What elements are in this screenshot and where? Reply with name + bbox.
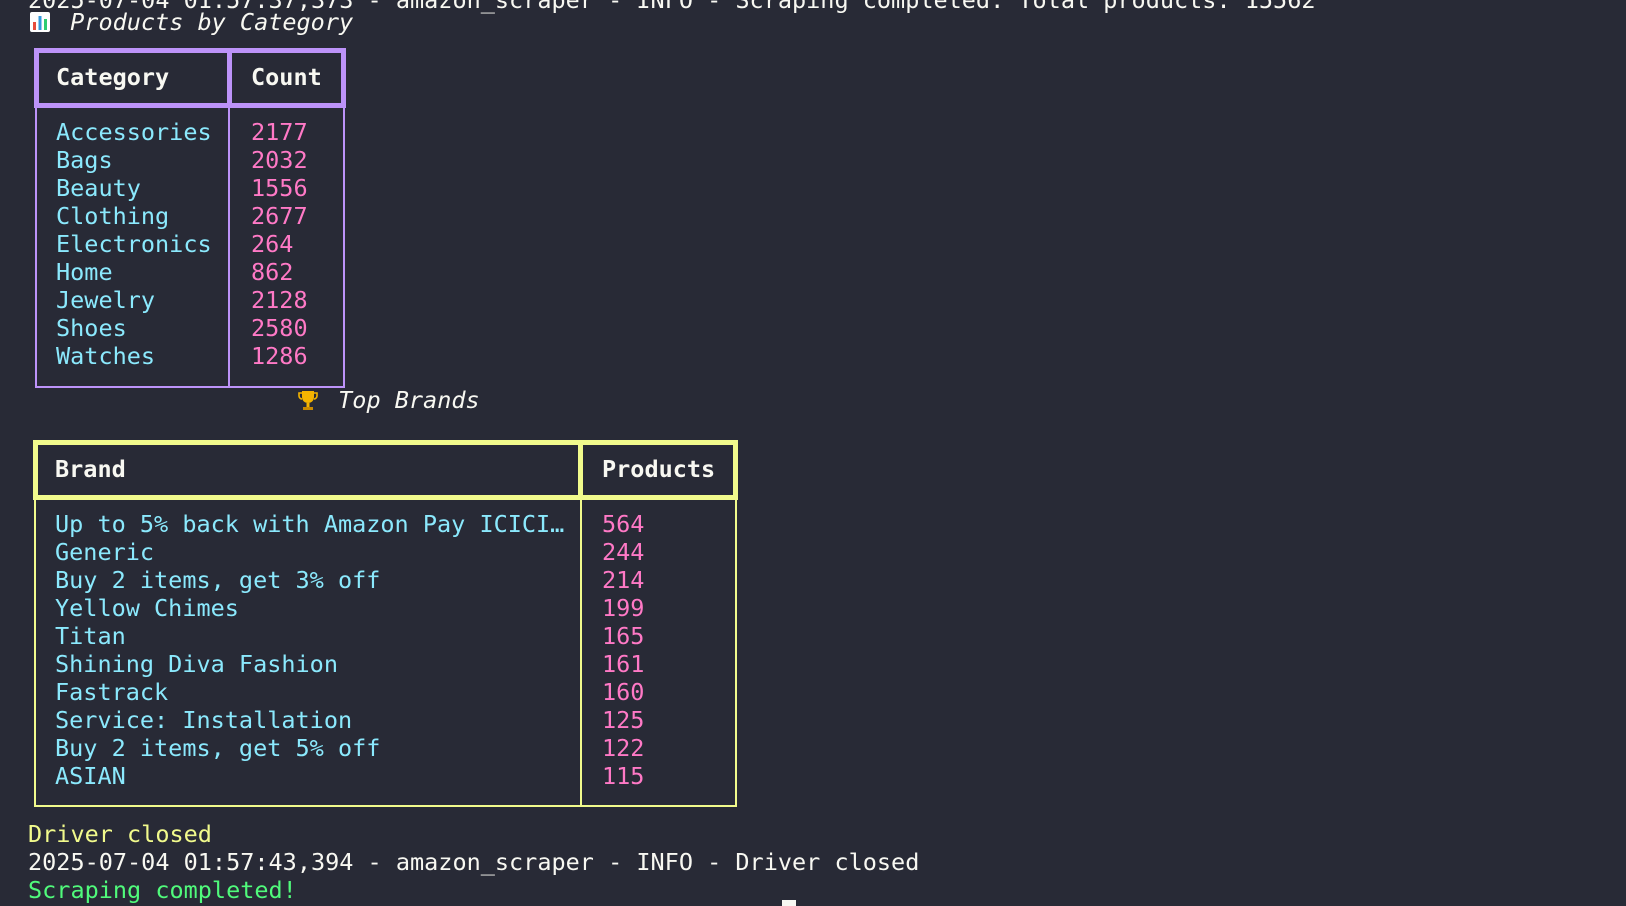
log-line-driver-closed: Driver closed xyxy=(28,820,212,848)
category-row-value: 2032 xyxy=(251,146,308,174)
category-header-divider xyxy=(227,48,232,108)
brand-row-value: 115 xyxy=(602,762,645,790)
category-table: Category Count Accessories 2177 Bags 2032 Be… xyxy=(34,48,346,388)
brand-row-value: 165 xyxy=(602,622,645,650)
category-row-label: Accessories xyxy=(56,118,212,146)
category-row-value: 862 xyxy=(251,258,294,286)
brand-row-label: Yellow Chimes xyxy=(55,594,239,622)
category-row-label: Home xyxy=(56,258,113,286)
log-line-scraping-completed-success: Scraping completed! xyxy=(28,876,297,904)
brand-table-title-text: Top Brands xyxy=(338,386,480,414)
category-row-value: 2580 xyxy=(251,314,308,342)
category-row-value: 264 xyxy=(251,230,294,258)
brand-row-label: Up to 5% back with Amazon Pay ICICI… xyxy=(55,510,565,538)
category-row-label: Clothing xyxy=(56,202,170,230)
category-row-label: Bags xyxy=(56,146,113,174)
brand-row-value: 160 xyxy=(602,678,645,706)
brand-body-divider xyxy=(580,500,582,807)
category-table-title-text: Products by Category xyxy=(70,8,354,36)
brand-table: Brand Products Up to 5% back with Amazon… xyxy=(33,440,738,807)
brand-row-value: 161 xyxy=(602,650,645,678)
brand-row-label: Service: Installation xyxy=(55,706,353,734)
category-row-label: Jewelry xyxy=(56,286,156,314)
brand-row-label: Buy 2 items, get 3% off xyxy=(55,566,381,594)
brand-row-value: 199 xyxy=(602,594,645,622)
category-body-divider xyxy=(228,108,230,388)
category-row-label: Shoes xyxy=(56,314,127,342)
brand-table-title: Top Brands xyxy=(296,386,480,414)
category-row-label: Electronics xyxy=(56,230,212,258)
brand-header-divider xyxy=(578,440,583,500)
category-header-category: Category xyxy=(56,63,170,91)
category-row-value: 1556 xyxy=(251,174,308,202)
bar-chart-icon xyxy=(28,8,56,36)
brand-row-value: 244 xyxy=(602,538,645,566)
brand-row-value: 564 xyxy=(602,510,645,538)
category-row-label: Watches xyxy=(56,342,156,370)
brand-row-label: Titan xyxy=(55,622,126,650)
brand-row-label: Fastrack xyxy=(55,678,169,706)
category-row-label: Beauty xyxy=(56,174,141,202)
log-line-driver-closed-info: 2025-07-04 01:57:43,394 - amazon_scraper… xyxy=(28,848,920,876)
brand-row-label: Buy 2 items, get 5% off xyxy=(55,734,381,762)
category-row-value: 2177 xyxy=(251,118,308,146)
category-row-value: 2128 xyxy=(251,286,308,314)
brand-row-value: 125 xyxy=(602,706,645,734)
brand-row-label: Shining Diva Fashion xyxy=(55,650,338,678)
terminal-cursor xyxy=(782,900,796,906)
category-header-count: Count xyxy=(251,63,322,91)
brand-row-value: 122 xyxy=(602,734,645,762)
brand-row-label: Generic xyxy=(55,538,155,566)
brand-header-brand: Brand xyxy=(55,455,126,483)
category-row-value: 2677 xyxy=(251,202,308,230)
brand-row-value: 214 xyxy=(602,566,645,594)
category-row-value: 1286 xyxy=(251,342,308,370)
category-table-title: Products by Category xyxy=(28,8,353,36)
brand-header-products: Products xyxy=(602,455,716,483)
brand-row-label: ASIAN xyxy=(55,762,126,790)
trophy-icon xyxy=(296,386,324,414)
